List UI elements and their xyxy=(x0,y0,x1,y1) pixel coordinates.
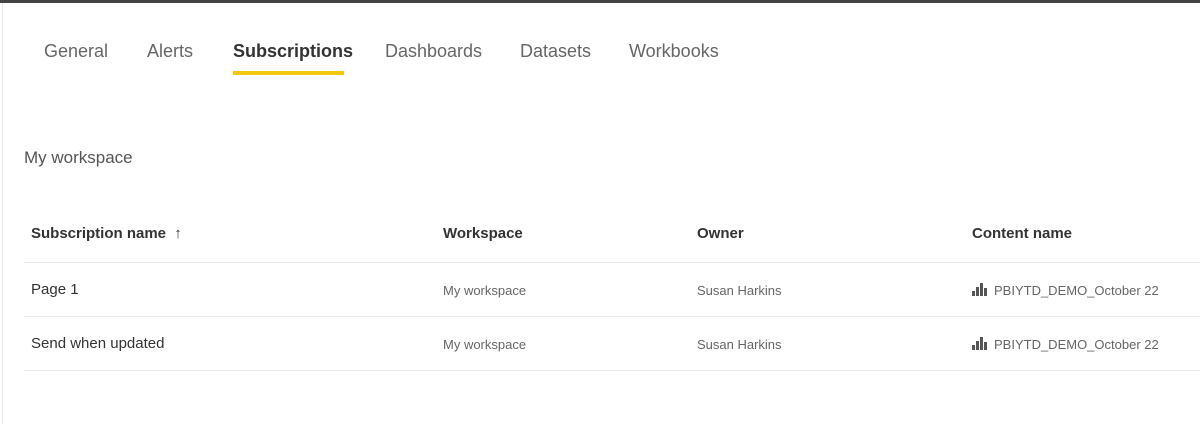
content-cell[interactable]: PBIYTD_DEMO_October 22 xyxy=(972,337,1159,352)
content-name: PBIYTD_DEMO_October 22 xyxy=(994,337,1159,352)
header-label: Subscription name xyxy=(31,225,167,242)
sort-ascending-icon: ↑ xyxy=(174,225,182,242)
tab-dashboards[interactable]: Dashboards xyxy=(385,41,482,62)
workspace-cell: My workspace xyxy=(443,337,527,352)
header-subscription-name[interactable]: Subscription name ↑ xyxy=(31,225,182,242)
subscription-name: Send when updated xyxy=(31,335,165,352)
header-owner[interactable]: Owner xyxy=(697,225,744,242)
section-title: My workspace xyxy=(24,148,133,167)
content-name: PBIYTD_DEMO_October 22 xyxy=(994,283,1159,298)
owner-cell: Susan Harkins xyxy=(697,337,782,352)
subscription-name: Page 1 xyxy=(31,281,79,298)
header-workspace[interactable]: Workspace xyxy=(443,225,523,242)
report-chart-icon xyxy=(972,337,987,350)
divider xyxy=(24,262,1200,263)
left-border xyxy=(2,3,3,424)
divider xyxy=(24,370,1200,371)
owner-cell: Susan Harkins xyxy=(697,283,782,298)
active-tab-indicator xyxy=(233,71,344,75)
tab-subscriptions[interactable]: Subscriptions xyxy=(233,41,353,62)
tab-alerts[interactable]: Alerts xyxy=(147,41,193,62)
header-content-name[interactable]: Content name xyxy=(972,225,1072,242)
workspace-cell: My workspace xyxy=(443,283,527,298)
tab-workbooks[interactable]: Workbooks xyxy=(629,41,719,62)
tab-datasets[interactable]: Datasets xyxy=(520,41,591,62)
tab-general[interactable]: General xyxy=(44,41,108,62)
content-cell[interactable]: PBIYTD_DEMO_October 22 xyxy=(972,283,1159,298)
divider xyxy=(24,316,1200,317)
report-chart-icon xyxy=(972,283,987,296)
